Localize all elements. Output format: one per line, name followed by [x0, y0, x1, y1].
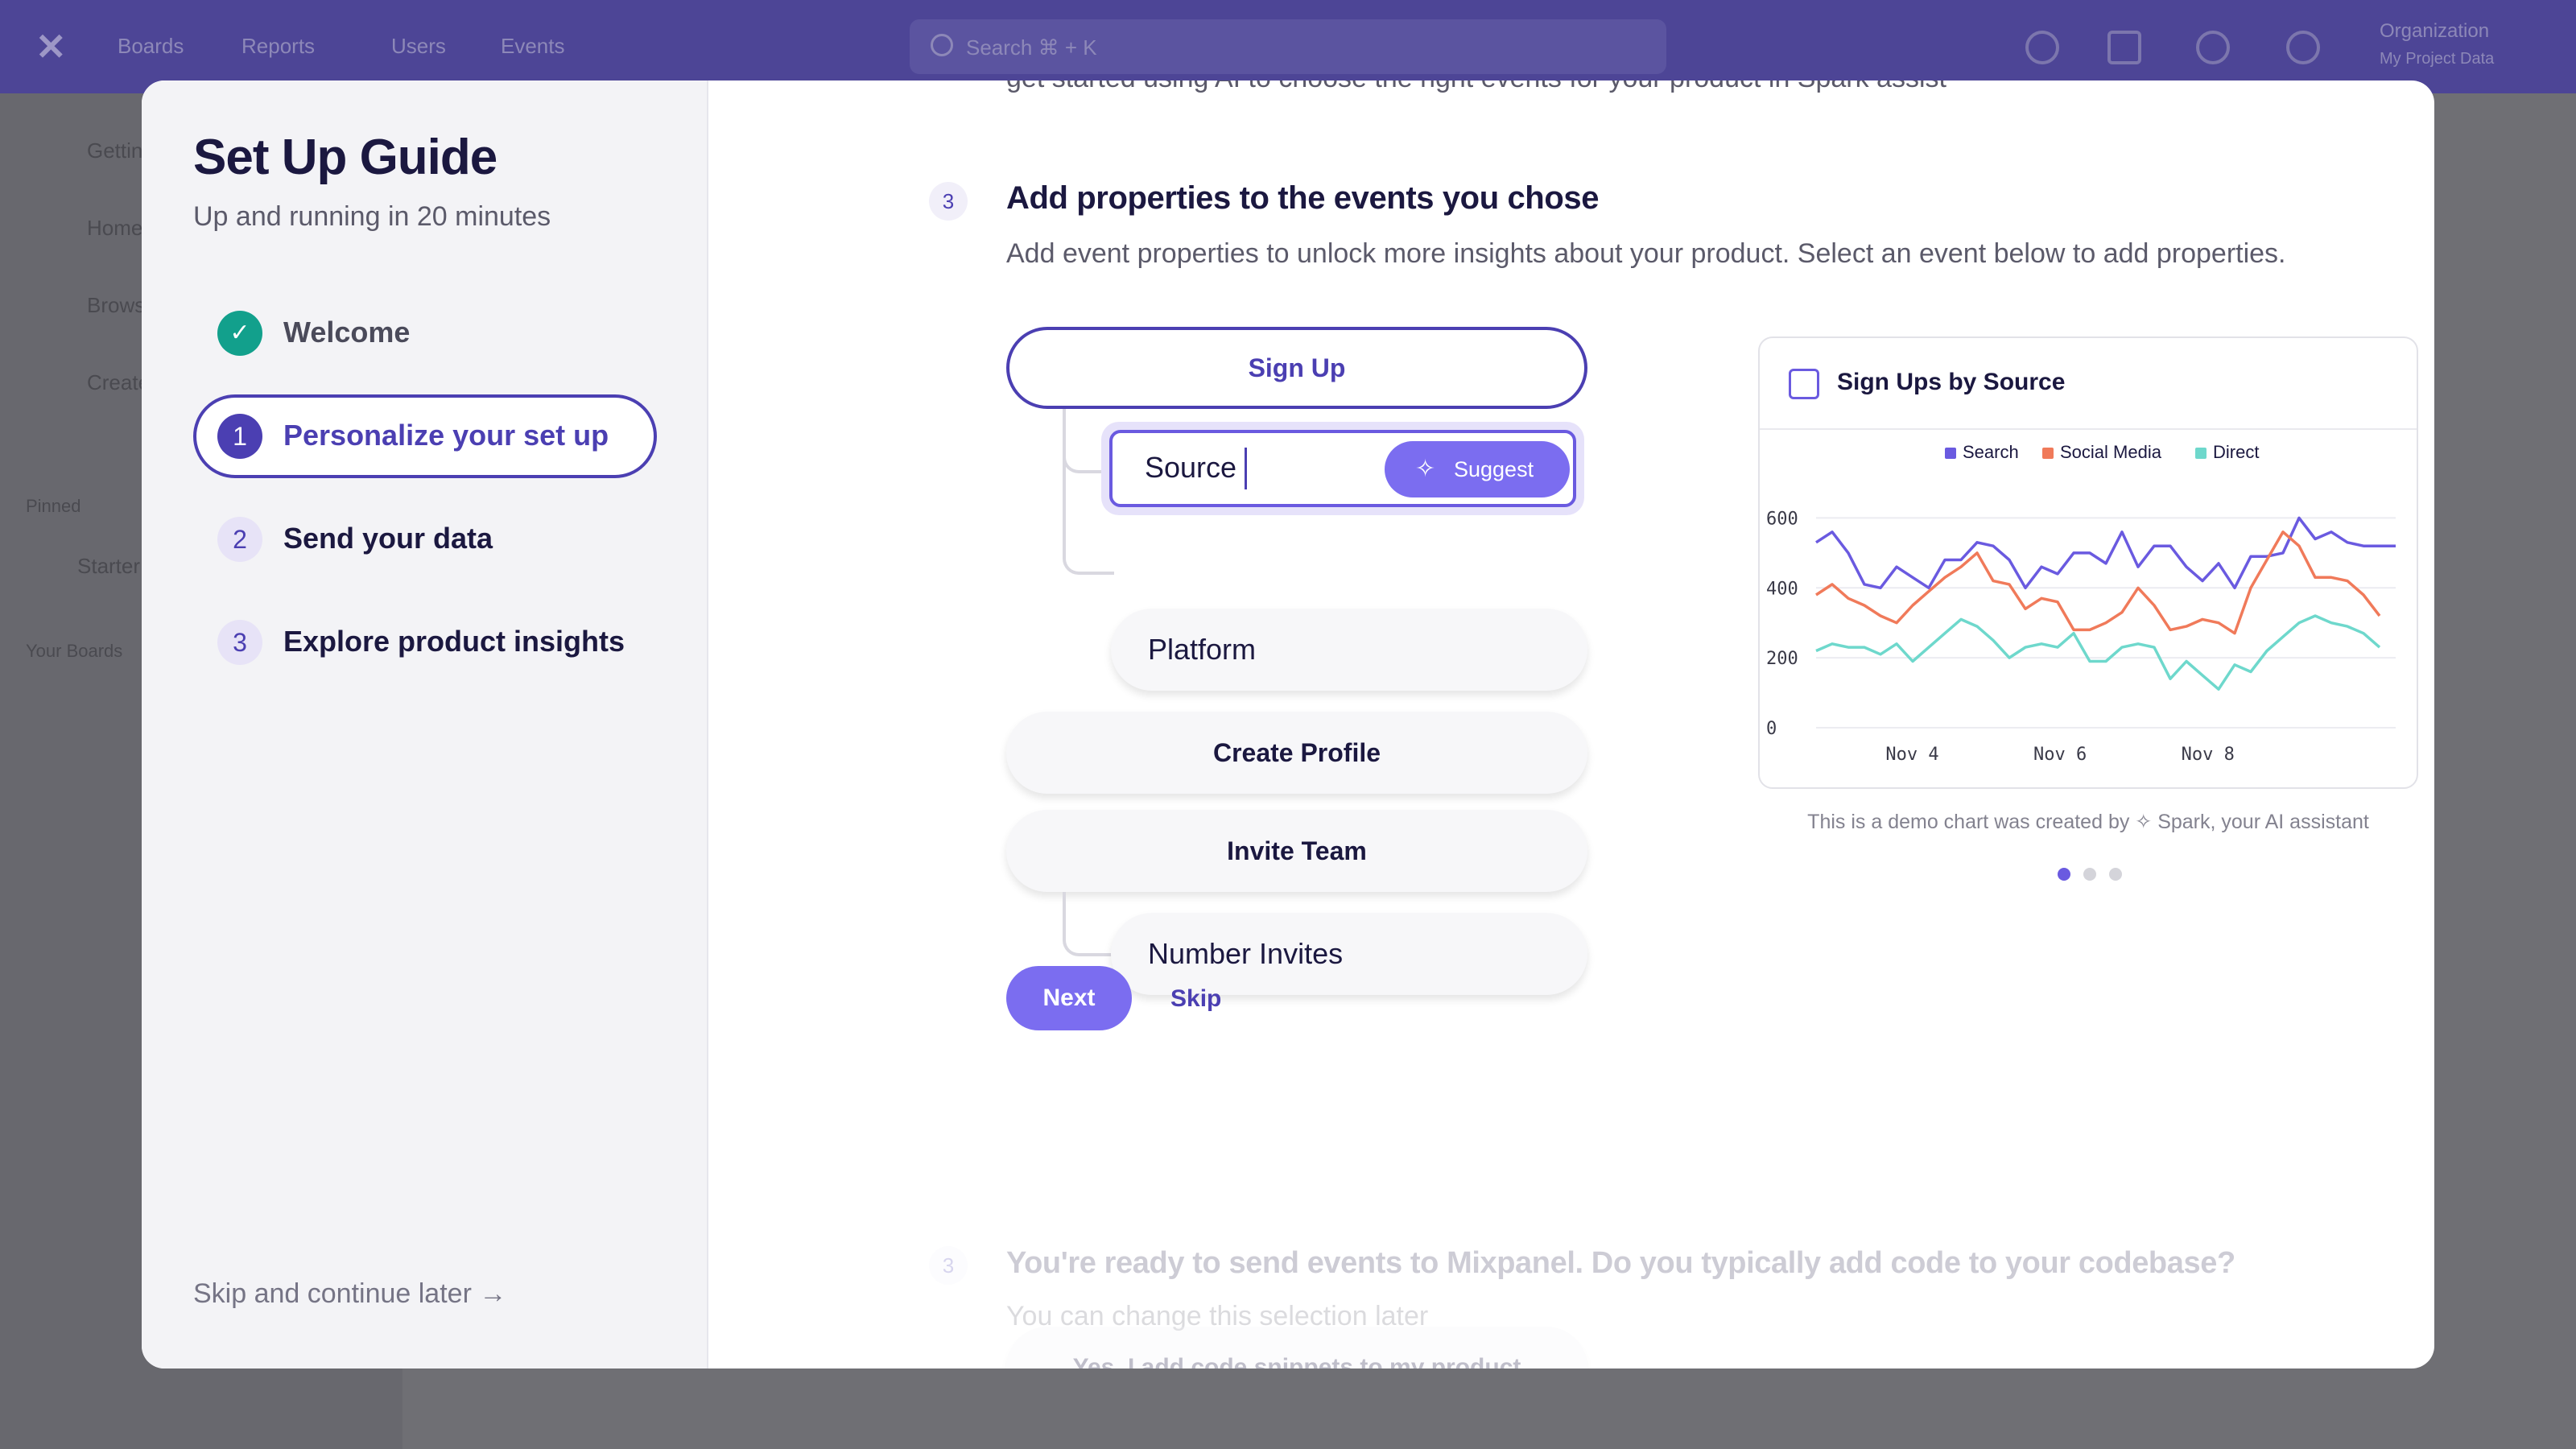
step-number-badge: 3 — [217, 620, 262, 665]
step-personalize[interactable]: 1 Personalize your set up — [193, 394, 657, 478]
nav-events[interactable]: Events — [501, 34, 565, 59]
guide-title: Set Up Guide — [193, 130, 497, 185]
step-welcome[interactable]: ✓ Welcome — [193, 291, 657, 375]
nav-boards[interactable]: Boards — [118, 34, 184, 59]
help-icon[interactable] — [2196, 31, 2230, 64]
y-tick-label: 400 — [1766, 579, 1798, 599]
sparkle-icon: ✧ — [2135, 811, 2153, 833]
demo-chart-card: Sign Ups by Source Search Social Media Dir… — [1758, 336, 2418, 789]
sidebar-section-pinned: Pinned — [26, 496, 81, 516]
step-number-badge: 2 — [217, 517, 262, 562]
step-label: Personalize your set up — [283, 419, 609, 452]
y-tick-label: 0 — [1766, 719, 1777, 739]
legend-swatch-search — [1945, 448, 1956, 459]
guide-subtitle: Up and running in 20 minutes — [193, 201, 551, 232]
global-search[interactable]: Search ⌘ + K — [910, 19, 1666, 74]
series-line-search — [1815, 516, 2396, 590]
legend-swatch-social-media — [2042, 448, 2054, 459]
legend-label-search: Search — [1963, 442, 2019, 462]
property-platform[interactable]: Platform — [1111, 609, 1587, 691]
step-send-data[interactable]: 2 Send your data — [193, 497, 657, 581]
search-placeholder: Search ⌘ + K — [966, 35, 1097, 60]
settings-icon[interactable] — [2286, 31, 2320, 64]
top-nav-bar: ✕ Boards Reports Users Events Search ⌘ +… — [0, 0, 2576, 93]
search-icon — [931, 34, 953, 56]
suggest-label: Suggest — [1454, 457, 1534, 481]
line-chart-icon — [1789, 369, 1819, 399]
carousel-dot-2[interactable] — [2083, 868, 2096, 881]
section-number-badge: 3 — [929, 182, 968, 221]
check-icon: ✓ — [217, 311, 262, 356]
event-create-profile[interactable]: Create Profile — [1006, 712, 1587, 794]
suggest-button[interactable]: ✧ Suggest — [1385, 441, 1570, 497]
nav-users[interactable]: Users — [391, 34, 446, 59]
skip-and-continue-later-link[interactable]: Skip and continue later → — [193, 1278, 506, 1310]
event-invite-team[interactable]: Invite Team — [1006, 810, 1587, 892]
org-name: Organization — [2380, 20, 2490, 42]
setup-guide-modal: Set Up Guide Up and running in 20 minute… — [142, 80, 2434, 1368]
sidebar-section-boards: Your Boards — [26, 641, 123, 661]
logo-icon[interactable]: ✕ — [35, 28, 71, 65]
sidebar-item-home[interactable]: Home — [87, 216, 142, 241]
property-source-focus-ring: Source ✧ Suggest — [1101, 422, 1584, 515]
legend-label-direct: Direct — [2213, 442, 2259, 462]
event-sign-up[interactable]: Sign Up — [1006, 327, 1587, 409]
nav-reports[interactable]: Reports — [242, 34, 315, 59]
step-label: Send your data — [283, 522, 493, 555]
x-tick-label: Nov 4 — [1885, 745, 1938, 765]
next-button[interactable]: Next — [1006, 966, 1132, 1030]
legend-swatch-direct — [2195, 448, 2207, 459]
property-number-invites[interactable]: Number Invites — [1111, 913, 1587, 995]
org-project: My Project Data — [2380, 50, 2495, 68]
notifications-icon[interactable] — [2025, 31, 2059, 64]
guide-content: get started using AI to choose the right… — [708, 80, 2434, 1368]
y-tick-label: 600 — [1766, 509, 1798, 529]
step-label: Explore product insights — [283, 625, 625, 658]
previous-section-text: get started using AI to choose the right… — [1006, 80, 1946, 94]
tree-connector — [1063, 892, 1114, 956]
carousel-dot-3[interactable] — [2109, 868, 2122, 881]
line-chart: Search Social Media Direct 0 200 400 600 Nov 4 N… — [1766, 442, 2396, 765]
x-tick-label: Nov 8 — [2182, 745, 2235, 765]
step-label: Welcome — [283, 316, 411, 349]
section-title: Add properties to the events you chose — [1006, 180, 1600, 216]
section-number-badge: 3 — [929, 1246, 968, 1285]
code-snippet-option[interactable]: Yes, I add code snippets to my product — [1006, 1327, 1587, 1368]
text-caret — [1245, 448, 1247, 489]
chart-title: Sign Ups by Source — [1837, 369, 2066, 395]
setup-guide-panel: Set Up Guide Up and running in 20 minute… — [142, 80, 708, 1368]
org-switcher[interactable]: Organization My Project Data — [2380, 18, 2494, 72]
legend-label-social-media: Social Media — [2060, 442, 2162, 462]
sparkle-icon: ✧ — [1415, 456, 1436, 482]
chart-caption: This is a demo chart was created by ✧ Sp… — [1758, 810, 2418, 834]
series-line-social-media — [1815, 530, 2381, 635]
next-section-title: You're ready to send events to Mixpanel.… — [1006, 1246, 2235, 1280]
section-description: Add event properties to unlock more insi… — [1006, 238, 2286, 269]
caption-prefix: This is a demo chart was created by — [1807, 811, 2130, 833]
chart-card-header: Sign Ups by Source — [1760, 338, 2417, 430]
x-tick-label: Nov 6 — [2033, 745, 2087, 765]
step-number-badge: 1 — [217, 414, 262, 459]
caption-suffix: Spark, your AI assistant — [2157, 811, 2369, 833]
property-source-input[interactable]: Source ✧ Suggest — [1109, 430, 1576, 507]
carousel-dot-1[interactable] — [2058, 868, 2070, 881]
skip-button[interactable]: Skip — [1170, 985, 1221, 1013]
apps-grid-icon[interactable] — [2107, 31, 2141, 64]
step-explore-insights[interactable]: 3 Explore product insights — [193, 601, 657, 684]
y-tick-label: 200 — [1766, 649, 1798, 669]
property-source-text: Source — [1145, 451, 1237, 484]
